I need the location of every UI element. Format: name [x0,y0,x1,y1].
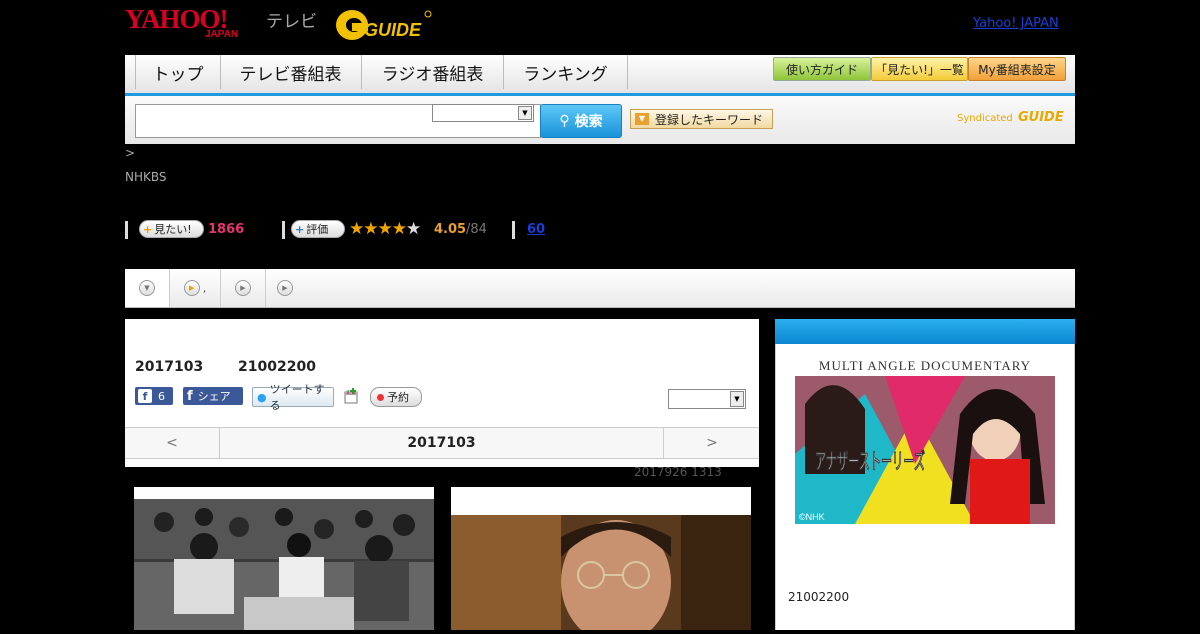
date-current: 2017103 [407,435,476,451]
promo-title: MULTI ANGLE DOCUMENTARY [819,358,1031,373]
program-option-select[interactable]: ▼ [668,389,746,409]
registered-keywords-label: 登録したキーワード [655,112,764,127]
promo-banner[interactable]: MULTI ANGLE DOCUMENTARY アナザーストーリーズ ©NHK [795,354,1055,524]
rate-button[interactable]: + 評価 [291,220,345,238]
tab-related[interactable]: ▶ [266,269,304,307]
program-date: 2017103 [135,359,204,375]
rating-count: /84 [466,222,487,237]
registered-keywords-button[interactable]: ▼ 登録したキーワード [630,109,773,129]
tab-reviews-label: , [202,281,207,295]
promo-caption: 21002200 [788,590,850,604]
facebook-like-button[interactable]: f 6 [135,387,173,405]
tab-cast[interactable]: ▶ [221,269,266,307]
program-panel: 2017103 21002200 f 6 f シェア ● ツイートする 予約 ▼… [125,319,759,467]
yahoo-japan-link[interactable]: Yahoo! JAPAN [973,16,1059,31]
want-button[interactable]: + 見たい! [139,220,204,238]
star-icon: ★ [377,219,393,239]
want-list-button[interactable]: 「見たい!」一覧 [871,57,968,81]
want-button-label: 見たい! [154,223,192,236]
divider [125,221,128,239]
gguide-small-logo: GUIDE [1017,110,1064,125]
review-count-link[interactable]: 60 [527,222,545,237]
logo-japan-text: JAPAN [205,29,239,40]
program-subtabs: ▼ ▶ , ▶ ▶ [125,269,1075,308]
main-nav: トップ テレビ番組表 ラジオ番組表 ランキング 使い方ガイド 「見たい!」一覧 … [125,55,1075,97]
tab-top[interactable]: トップ [135,55,221,89]
search-icon: ⚲ [559,113,570,129]
channel-name: NHKBS [125,170,167,184]
gguide-logo[interactable]: GUIDE [334,6,434,42]
calendar-add-icon[interactable] [343,387,359,405]
star-icon: ★ [363,219,378,239]
record-icon [377,393,384,401]
tab-radio-listings[interactable]: ラジオ番組表 [362,55,504,89]
gguide-text: GUIDE [364,20,422,40]
reserve-label: 予約 [387,391,409,404]
rating-value: 4.05 [434,222,467,237]
search-button-label: 検索 [574,114,603,130]
arrow-down-icon: ▼ [635,113,649,125]
search-bar: ▼ ⚲ 検索 ▼ 登録したキーワード Syndicated GUIDE [125,96,1075,144]
reserve-button[interactable]: 予約 [370,387,422,407]
search-category-select[interactable]: ▼ [432,104,534,122]
twitter-bird-icon: ● [257,390,267,404]
promo-name: アナザーストーリーズ [815,449,925,475]
program-time: 21002200 [238,359,316,375]
tab-program-info[interactable]: ▼ [125,269,170,307]
divider [512,221,515,239]
facebook-count: 6 [158,389,165,403]
search-button[interactable]: ⚲ 検索 [540,104,622,138]
program-photo-2[interactable] [451,487,751,634]
my-listing-settings-button[interactable]: My番組表設定 [968,57,1066,81]
plus-icon: + [295,222,305,236]
date-prev-button[interactable]: < [125,428,220,458]
tv-label: テレビ [266,12,317,31]
syndicated-gguide-badge: Syndicated GUIDE [957,110,1064,125]
star-icon: ★ [391,219,407,239]
want-count: 1866 [208,222,245,237]
promo-credit: ©NHK [799,512,825,522]
tab-ranking[interactable]: ランキング [504,55,628,89]
facebook-share-label: シェア [197,390,231,403]
facebook-icon: f [138,389,152,403]
tab-reviews[interactable]: ▶ , [170,269,221,307]
facebook-icon: f [187,388,193,404]
yahoo-japan-logo[interactable]: YAHOO! JAPAN [125,5,265,41]
divider [282,221,285,239]
star-icon: ★ [349,219,364,239]
facebook-share-button[interactable]: f シェア [183,387,243,405]
syndicated-label: Syndicated [957,113,1013,124]
rating-stars: ★★★★★ [349,219,421,239]
tweet-button[interactable]: ● ツイートする [252,383,334,412]
sidebar-panel: MULTI ANGLE DOCUMENTARY アナザーストーリーズ ©NHK … [775,344,1075,630]
tweet-label: ツイートする [269,383,325,412]
sidebar-header [775,319,1075,344]
star-empty-icon: ★ [406,219,421,239]
play-icon: ▶ [277,280,293,296]
date-navigation: < 2017103 > [125,427,759,459]
date-next-button[interactable]: > [663,428,760,458]
chevron-down-icon: ▼ [139,280,155,296]
usage-guide-button[interactable]: 使い方ガイド [773,57,871,81]
tab-tv-listings[interactable]: テレビ番組表 [220,55,362,89]
program-meta-line: 2017926 1313 [634,465,722,479]
logo-yahoo-text: YAHOO! [125,4,229,34]
play-icon: ▶ [235,280,251,296]
rate-button-label: 評価 [306,223,329,236]
play-icon: ▶ [183,280,200,296]
program-photo-1[interactable] [134,487,434,630]
plus-icon: + [143,222,153,236]
chevron-down-icon: ▼ [518,106,532,120]
chevron-down-icon: ▼ [730,391,744,407]
breadcrumb[interactable]: > [125,146,135,160]
